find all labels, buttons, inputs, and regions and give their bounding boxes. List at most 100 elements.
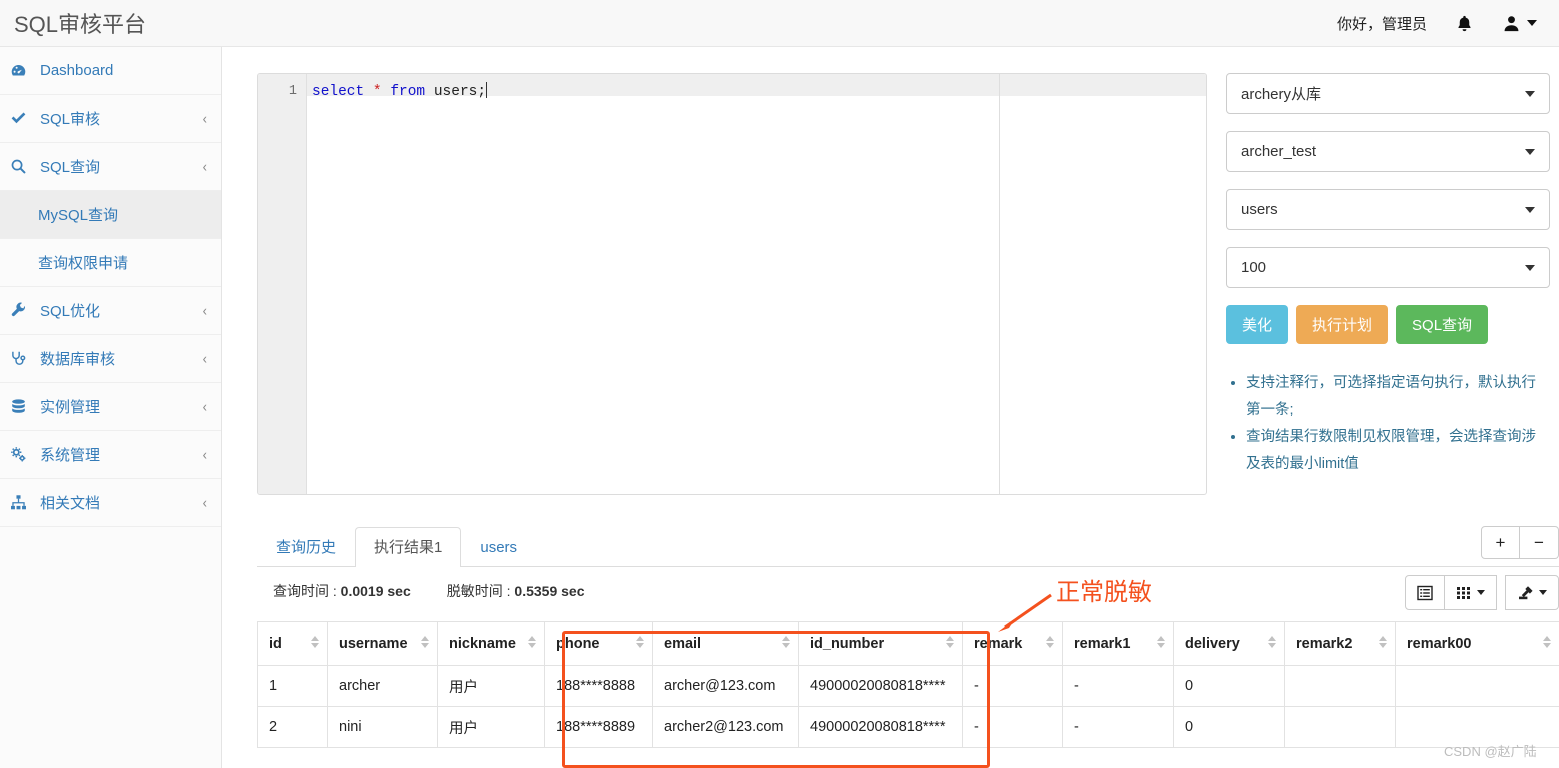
table-header-row: id username nickname phone email id_numb…: [257, 621, 1559, 666]
sort-icon[interactable]: [946, 635, 954, 652]
cell-id: 2: [257, 706, 328, 748]
line-number: 1: [288, 84, 297, 99]
column-header-phone[interactable]: phone: [544, 621, 653, 666]
table-row[interactable]: 2 nini 用户 188****8889 archer2@123.com 49…: [257, 706, 1559, 748]
grid-view-icon[interactable]: [1445, 575, 1497, 610]
query-time-value: 0.0019 sec: [340, 583, 411, 599]
column-label: phone: [556, 635, 600, 652]
sort-icon[interactable]: [311, 635, 319, 652]
cell-delivery: 0: [1173, 665, 1285, 707]
sidebar-item-database-audit[interactable]: 数据库审核 ‹: [0, 335, 221, 383]
sort-icon[interactable]: [528, 635, 536, 652]
database-select[interactable]: archer_test: [1226, 131, 1550, 172]
sidebar-item-sql-audit[interactable]: SQL审核 ‹: [0, 95, 221, 143]
cell-remark1: -: [1062, 706, 1174, 748]
run-sql-query-button[interactable]: SQL查询: [1396, 305, 1489, 344]
cell-id-number: 49000020080818****: [798, 706, 963, 748]
database-select-value: archer_test: [1241, 143, 1317, 160]
sort-icon[interactable]: [1157, 635, 1165, 652]
column-label: remark00: [1407, 635, 1472, 652]
column-list-icon[interactable]: [1405, 575, 1445, 610]
sort-icon[interactable]: [1046, 635, 1054, 652]
column-header-nickname[interactable]: nickname: [437, 621, 545, 666]
format-sql-button[interactable]: 美化: [1226, 305, 1289, 344]
chevron-left-icon: ‹: [202, 397, 207, 416]
sidebar-item-label: MySQL查询: [38, 207, 119, 224]
cell-remark00: [1395, 706, 1559, 748]
sidebar-item-label: 相关文档: [40, 495, 101, 512]
sort-icon[interactable]: [421, 635, 429, 652]
main-content: 1 select * from users; archery从库 archer_…: [223, 47, 1559, 768]
cell-remark00: [1395, 665, 1559, 707]
explain-plan-button[interactable]: 执行计划: [1296, 305, 1389, 344]
sql-editor[interactable]: 1 select * from users;: [257, 73, 1207, 495]
limit-select[interactable]: 100: [1226, 247, 1550, 288]
column-header-remark[interactable]: remark: [962, 621, 1063, 666]
timing-info: 查询时间 : 0.0019 sec 脱敏时间 : 0.5359 sec: [273, 581, 585, 601]
add-tab-button[interactable]: +: [1481, 526, 1520, 559]
column-header-id[interactable]: id: [257, 621, 328, 666]
column-label: email: [664, 635, 702, 652]
sidebar-item-sql-optimize[interactable]: SQL优化 ‹: [0, 287, 221, 335]
cell-email: archer@123.com: [652, 665, 799, 707]
editor-code-area[interactable]: select * from users;: [307, 74, 1206, 494]
bell-icon[interactable]: [1455, 14, 1474, 33]
text-caret: [486, 82, 488, 98]
sort-icon[interactable]: [636, 635, 644, 652]
sql-star: *: [364, 84, 391, 100]
limit-select-value: 100: [1241, 259, 1267, 276]
column-header-remark2[interactable]: remark2: [1284, 621, 1396, 666]
chevron-left-icon: ‹: [202, 493, 207, 512]
table-select-value: users: [1241, 201, 1278, 218]
mask-time: 脱敏时间 : 0.5359 sec: [447, 581, 585, 601]
column-header-remark00[interactable]: remark00: [1395, 621, 1559, 666]
cell-remark1: -: [1062, 665, 1174, 707]
chevron-left-icon: ‹: [202, 301, 207, 320]
user-menu-button[interactable]: [1502, 14, 1537, 33]
chevron-down-icon: [1525, 148, 1535, 155]
sidebar-item-dashboard[interactable]: Dashboard: [0, 47, 221, 95]
result-table: id username nickname phone email id_numb…: [257, 621, 1559, 748]
cell-remark: -: [962, 665, 1063, 707]
column-label: remark: [974, 635, 1023, 652]
sidebar-item-related-docs[interactable]: 相关文档 ‹: [0, 479, 221, 527]
tab-query-history[interactable]: 查询历史: [257, 527, 355, 567]
cell-remark2: [1284, 706, 1396, 748]
remove-tab-button[interactable]: −: [1520, 526, 1559, 559]
table-select[interactable]: users: [1226, 189, 1550, 230]
tab-execution-result-1[interactable]: 执行结果1: [355, 527, 462, 567]
sidebar-item-system-manage[interactable]: 系统管理 ‹: [0, 431, 221, 479]
tab-users[interactable]: users: [461, 527, 536, 567]
cell-remark2: [1284, 665, 1396, 707]
column-header-id-number[interactable]: id_number: [798, 621, 963, 666]
column-label: id_number: [810, 635, 885, 652]
sidebar-item-sql-query[interactable]: SQL查询 ‹: [0, 143, 221, 191]
sort-icon[interactable]: [1268, 635, 1276, 652]
sort-icon[interactable]: [782, 635, 790, 652]
sort-icon[interactable]: [1543, 635, 1551, 652]
export-icon[interactable]: [1505, 575, 1559, 610]
sidebar-item-mysql-query[interactable]: MySQL查询: [0, 191, 221, 239]
results-tabs: 查询历史 执行结果1 users + −: [257, 525, 1559, 567]
query-controls-panel: archery从库 archer_test users 100 美化 执行计划 …: [1226, 73, 1550, 478]
column-header-remark1[interactable]: remark1: [1062, 621, 1174, 666]
sort-icon[interactable]: [1379, 635, 1387, 652]
cell-email: archer2@123.com: [652, 706, 799, 748]
wrench-icon: [10, 302, 32, 319]
cell-delivery: 0: [1173, 706, 1285, 748]
sidebar-item-instance-manage[interactable]: 实例管理 ‹: [0, 383, 221, 431]
column-header-username[interactable]: username: [327, 621, 438, 666]
chevron-down-icon: [1477, 590, 1485, 595]
sidebar-item-label: 查询权限申请: [38, 255, 129, 272]
column-label: delivery: [1185, 635, 1240, 652]
instance-select[interactable]: archery从库: [1226, 73, 1550, 114]
sql-keyword-from: from: [390, 84, 426, 100]
column-label: remark2: [1296, 635, 1353, 652]
cell-id: 1: [257, 665, 328, 707]
header-right-area: 你好，管理员: [1337, 13, 1559, 34]
column-header-email[interactable]: email: [652, 621, 799, 666]
table-row[interactable]: 1 archer 用户 188****8888 archer@123.com 4…: [257, 665, 1559, 707]
sidebar-item-label: 数据库审核: [40, 351, 116, 368]
column-header-delivery[interactable]: delivery: [1173, 621, 1285, 666]
sidebar-item-query-permission[interactable]: 查询权限申请: [0, 239, 221, 287]
